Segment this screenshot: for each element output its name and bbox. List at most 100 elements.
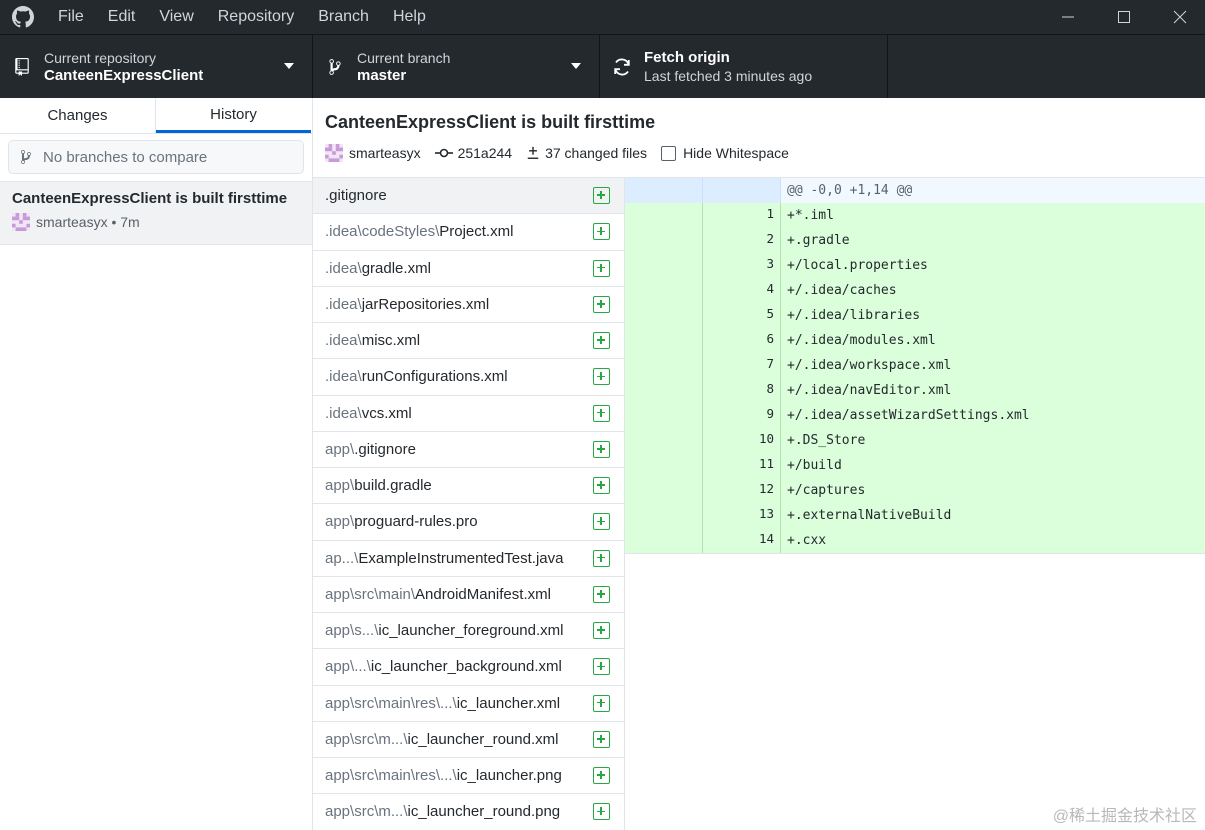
- sync-icon: [614, 58, 630, 75]
- diff-icon: [527, 146, 539, 159]
- file-path: app\src\m...\ic_launcher_round.xml: [325, 731, 558, 748]
- tab-changes[interactable]: Changes: [0, 98, 156, 133]
- changed-files-count: 37 changed files: [526, 145, 647, 161]
- commit-meta: smarteasyx 251a244 37 changed files Hide…: [325, 144, 1205, 162]
- file-name: proguard-rules.pro: [354, 513, 478, 531]
- maximize-button[interactable]: [1099, 0, 1149, 34]
- file-list-item[interactable]: app\src\main\AndroidManifest.xml: [313, 577, 624, 613]
- file-path: .idea\gradle.xml: [325, 260, 431, 277]
- file-added-icon: [593, 477, 610, 495]
- diff-hunk-header: @@ -0,0 +1,14 @@: [625, 178, 1205, 203]
- close-button[interactable]: [1155, 0, 1205, 34]
- file-list-item[interactable]: app\src\m...\ic_launcher_round.xml: [313, 722, 624, 758]
- file-path: .idea\vcs.xml: [325, 405, 412, 422]
- menu-repository[interactable]: Repository: [206, 0, 306, 34]
- file-list-item[interactable]: .idea\vcs.xml: [313, 396, 624, 432]
- diff-line[interactable]: 12 +/captures: [625, 478, 1205, 503]
- diff-line[interactable]: 7 +/.idea/workspace.xml: [625, 353, 1205, 378]
- file-added-icon: [593, 223, 610, 241]
- file-name: vcs.xml: [361, 404, 412, 422]
- file-list-item[interactable]: .idea\misc.xml: [313, 323, 624, 360]
- file-list-item[interactable]: app\src\main\res\...\ic_launcher.xml: [313, 686, 624, 722]
- file-list-item[interactable]: app\proguard-rules.pro: [313, 504, 624, 541]
- file-path: app\src\main\res\...\ic_launcher.png: [325, 767, 562, 784]
- file-name: ic_launcher.xml: [456, 694, 561, 712]
- file-list-item[interactable]: ap...\ExampleInstrumentedTest.java: [313, 541, 624, 577]
- git-branch-icon: [329, 58, 341, 75]
- commit-sha[interactable]: 251a244: [434, 145, 512, 161]
- diff-new-line-number: 3: [703, 253, 781, 278]
- file-list-item[interactable]: .idea\gradle.xml: [313, 251, 624, 287]
- file-directory: app\...\: [325, 658, 371, 676]
- diff-old-line-number: [625, 528, 703, 553]
- file-path: app\.gitignore: [325, 441, 416, 458]
- file-directory: app\src\main\res\...\: [325, 694, 457, 712]
- file-name: .gitignore: [354, 440, 416, 458]
- diff-new-line-number: 9: [703, 403, 781, 428]
- maximize-icon: [1118, 11, 1130, 23]
- diff-line[interactable]: 1 +*.iml: [625, 203, 1205, 228]
- diff-line[interactable]: 14 +.cxx: [625, 528, 1205, 553]
- current-repository-button[interactable]: Current repository CanteenExpressClient: [0, 35, 313, 98]
- diff-line[interactable]: 10 +.DS_Store: [625, 428, 1205, 453]
- file-name: ic_launcher_round.png: [407, 803, 561, 821]
- fetch-origin-button[interactable]: Fetch origin Last fetched 3 minutes ago: [600, 35, 888, 98]
- file-path: app\proguard-rules.pro: [325, 513, 478, 530]
- file-added-icon: [593, 513, 610, 531]
- diff-line[interactable]: 6 +/.idea/modules.xml: [625, 328, 1205, 353]
- menu-edit[interactable]: Edit: [96, 0, 148, 34]
- diff-end-divider: [625, 553, 1205, 554]
- diff-old-line-number: [625, 403, 703, 428]
- file-name: ExampleInstrumentedTest.java: [358, 549, 564, 567]
- file-list-item[interactable]: .idea\runConfigurations.xml: [313, 359, 624, 396]
- diff-line[interactable]: 8 +/.idea/navEditor.xml: [625, 378, 1205, 403]
- file-added-icon: [593, 440, 610, 458]
- menu-help[interactable]: Help: [381, 0, 438, 34]
- hide-whitespace-toggle[interactable]: Hide Whitespace: [661, 145, 789, 161]
- menu-file[interactable]: File: [46, 0, 96, 34]
- diff-line[interactable]: 13 +.externalNativeBuild: [625, 503, 1205, 528]
- diff-line-text: +/captures: [787, 483, 866, 498]
- file-name: jarRepositories.xml: [361, 295, 490, 313]
- tab-history[interactable]: History: [156, 98, 311, 133]
- menu-view[interactable]: View: [147, 0, 205, 34]
- diff-line[interactable]: 9 +/.idea/assetWizardSettings.xml: [625, 403, 1205, 428]
- diff-lines: 1 +*.iml 2 +.gradle 3 +/local.properties 4 +/.i…: [625, 203, 1205, 553]
- file-list-item[interactable]: .idea\codeStyles\Project.xml: [313, 214, 624, 251]
- file-list-item[interactable]: app\src\main\res\...\ic_launcher.png: [313, 758, 624, 795]
- commit-list-item[interactable]: CanteenExpressClient is built firsttime …: [0, 181, 312, 245]
- diff-old-line-number: [625, 328, 703, 353]
- repo-icon: [15, 57, 29, 76]
- minimize-button[interactable]: [1043, 0, 1093, 34]
- file-list-item[interactable]: app\build.gradle: [313, 468, 624, 505]
- diff-line[interactable]: 3 +/local.properties: [625, 253, 1205, 278]
- diff-new-gutter: [703, 178, 781, 203]
- file-list-item[interactable]: app\src\m...\ic_launcher_round.png: [313, 794, 624, 830]
- file-list-item[interactable]: .idea\jarRepositories.xml: [313, 287, 624, 323]
- diff-line[interactable]: 2 +.gradle: [625, 228, 1205, 253]
- file-list-item[interactable]: app\s...\ic_launcher_foreground.xml: [313, 613, 624, 650]
- branch-compare-input[interactable]: No branches to compare: [8, 140, 304, 174]
- file-list-item[interactable]: .gitignore: [313, 178, 624, 215]
- commit-list-title: CanteenExpressClient is built firsttime: [12, 190, 288, 207]
- diff-line[interactable]: 4 +/.idea/caches: [625, 278, 1205, 303]
- current-branch-button[interactable]: Current branch master: [313, 35, 600, 98]
- file-path: .gitignore: [325, 187, 387, 204]
- file-directory: app\src\m...\: [325, 803, 408, 821]
- diff-line[interactable]: 11 +/build: [625, 453, 1205, 478]
- avatar: [325, 144, 343, 162]
- diff-line-text: +/.idea/workspace.xml: [787, 358, 952, 373]
- file-name: .gitignore: [325, 187, 387, 205]
- hide-whitespace-checkbox[interactable]: [661, 145, 677, 161]
- menu-branch[interactable]: Branch: [306, 0, 381, 34]
- file-added-icon: [593, 549, 610, 567]
- diff-old-line-number: [625, 353, 703, 378]
- diff-line-text: +.externalNativeBuild: [787, 508, 952, 523]
- diff-hunk-text: @@ -0,0 +1,14 @@: [787, 183, 913, 198]
- file-list-item[interactable]: app\...\ic_launcher_background.xml: [313, 649, 624, 686]
- caret-down-icon: [284, 63, 294, 69]
- file-path: ap...\ExampleInstrumentedTest.java: [325, 550, 563, 567]
- diff-line[interactable]: 5 +/.idea/libraries: [625, 303, 1205, 328]
- branch-name: master: [357, 66, 407, 84]
- file-list-item[interactable]: app\.gitignore: [313, 432, 624, 468]
